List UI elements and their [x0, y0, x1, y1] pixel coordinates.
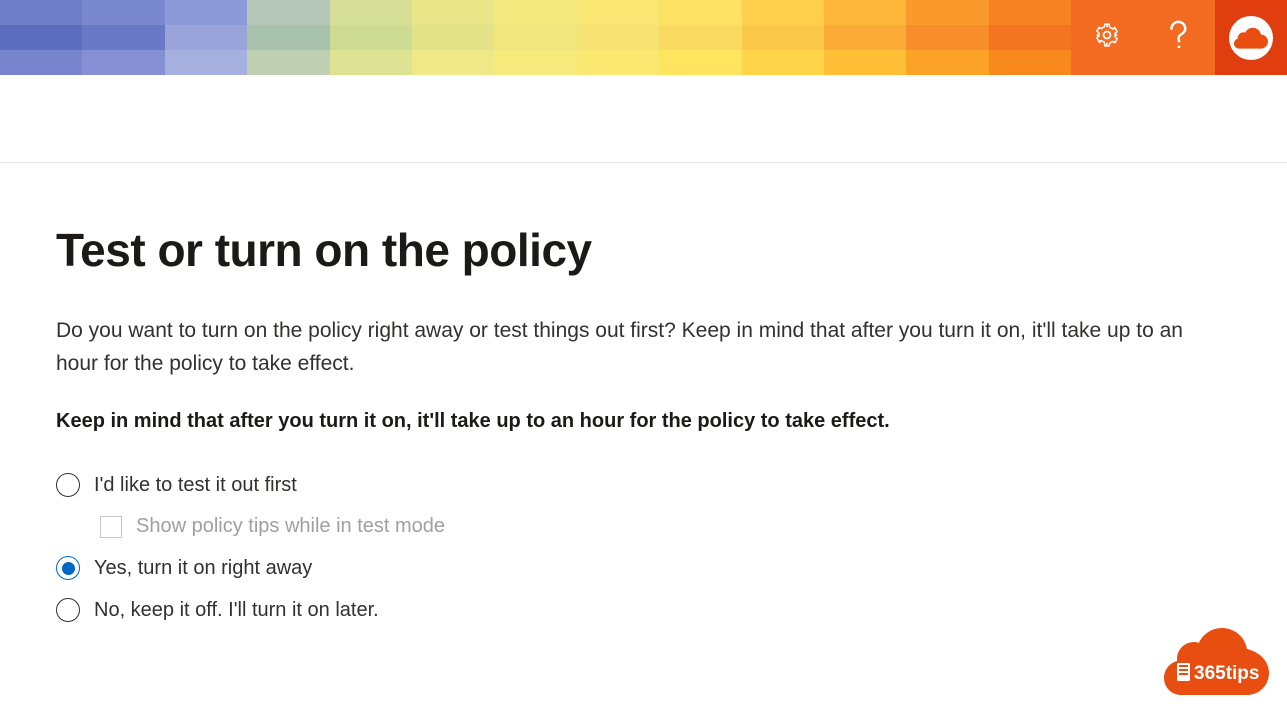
policy-options: I'd like to test it out first Show polic…	[56, 473, 1231, 622]
header-separator	[0, 75, 1287, 163]
page-description: Do you want to turn on the policy right …	[56, 315, 1216, 380]
option-on[interactable]: Yes, turn it on right away	[56, 556, 1231, 580]
option-test-sub: Show policy tips while in test mode	[100, 515, 1231, 538]
option-test[interactable]: I'd like to test it out first	[56, 473, 1231, 497]
header-mosaic	[0, 0, 1071, 75]
option-off-label: No, keep it off. I'll turn it on later.	[94, 599, 379, 622]
page-content: Test or turn on the policy Do you want t…	[0, 163, 1287, 622]
option-off[interactable]: No, keep it off. I'll turn it on later.	[56, 598, 1231, 622]
page-note: Keep in mind that after you turn it on, …	[56, 410, 1231, 433]
settings-button[interactable]	[1071, 0, 1143, 75]
option-on-label: Yes, turn it on right away	[94, 557, 312, 580]
radio-on[interactable]	[56, 556, 80, 580]
app-header	[0, 0, 1287, 75]
option-test-label: I'd like to test it out first	[94, 474, 297, 497]
option-test-sub-label: Show policy tips while in test mode	[136, 515, 445, 538]
checkbox-policy-tips[interactable]	[100, 516, 122, 538]
page-title: Test or turn on the policy	[56, 223, 1231, 277]
header-actions	[1071, 0, 1287, 75]
radio-test[interactable]	[56, 473, 80, 497]
watermark-text: 365tips	[1194, 663, 1259, 684]
radio-off[interactable]	[56, 598, 80, 622]
brand-watermark: 365tips	[1159, 623, 1269, 695]
help-icon	[1168, 20, 1190, 55]
help-button[interactable]	[1143, 0, 1215, 75]
profile-button[interactable]	[1215, 0, 1287, 75]
profile-avatar	[1229, 16, 1273, 60]
gear-icon	[1094, 22, 1120, 53]
